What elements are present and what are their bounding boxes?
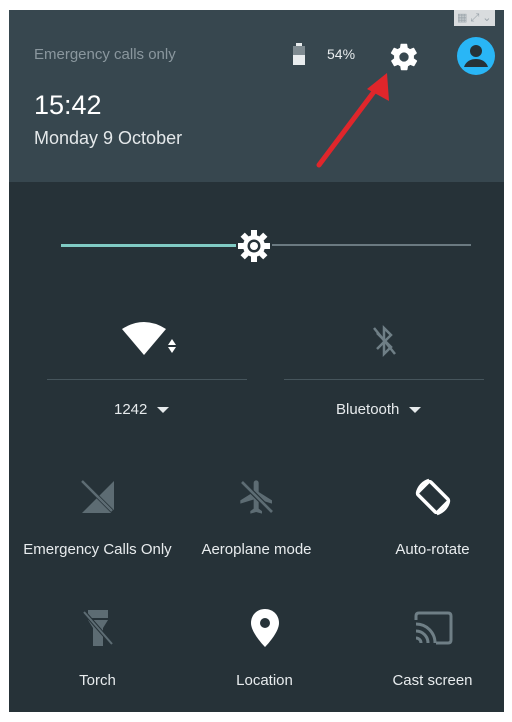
battery-percent: 54%	[327, 46, 356, 62]
brightness-thumb-icon[interactable]	[236, 228, 272, 269]
tile-torch[interactable]: Torch	[15, 606, 180, 689]
auto-rotate-icon	[350, 475, 504, 519]
quick-settings-panel: ▦ ⤢ ⌄ Emergency calls only 54% 15:42 Mon…	[9, 10, 504, 712]
tile-auto-rotate[interactable]: Auto-rotate	[350, 475, 504, 558]
tile-cast-screen[interactable]: Cast screen	[350, 606, 504, 689]
wifi-icon	[47, 321, 247, 361]
chevron-down-icon	[409, 406, 422, 413]
carrier-status-text: Emergency calls only	[34, 46, 176, 63]
user-avatar-icon[interactable]	[457, 37, 495, 80]
clock-date: Monday 9 October	[34, 128, 183, 148]
tile-label: Cast screen	[392, 672, 473, 689]
battery-icon	[292, 43, 306, 70]
wifi-network-dropdown[interactable]: 1242	[114, 401, 170, 418]
bluetooth-dropdown[interactable]: Bluetooth	[336, 401, 422, 418]
notification-header: ▦ ⤢ ⌄ Emergency calls only 54% 15:42 Mon…	[9, 10, 504, 182]
bluetooth-label: Bluetooth	[336, 401, 400, 418]
airplane-icon	[174, 475, 339, 519]
tile-label: Torch	[79, 672, 116, 689]
tile-label: Auto-rotate	[395, 541, 470, 558]
brightness-slider[interactable]	[61, 230, 471, 262]
annotation-arrow-icon	[316, 73, 389, 168]
chevron-down-icon	[157, 406, 170, 413]
wifi-divider	[47, 379, 247, 380]
bluetooth-tile[interactable]	[284, 321, 484, 361]
tile-location[interactable]: Location	[182, 606, 347, 689]
tile-emergency-calls[interactable]: Emergency Calls Only	[15, 475, 180, 558]
window-controls-icon: ▦ ⤢ ⌄	[454, 10, 495, 26]
bluetooth-divider	[284, 379, 484, 380]
no-signal-icon	[15, 475, 180, 519]
cast-icon	[350, 606, 504, 650]
brightness-track	[272, 244, 471, 246]
wifi-tile[interactable]	[47, 321, 247, 361]
tile-label: Location	[236, 672, 293, 689]
tile-label: Emergency Calls Only	[23, 541, 172, 558]
brightness-track-fill	[61, 244, 236, 247]
flashlight-icon	[15, 606, 180, 650]
bluetooth-off-icon	[284, 321, 484, 361]
wifi-network-label: 1242	[114, 401, 148, 418]
clock-time: 15:42	[34, 90, 102, 120]
location-pin-icon	[182, 606, 347, 650]
tile-aeroplane-mode[interactable]: Aeroplane mode	[174, 475, 339, 558]
tile-label: Aeroplane mode	[201, 541, 312, 558]
